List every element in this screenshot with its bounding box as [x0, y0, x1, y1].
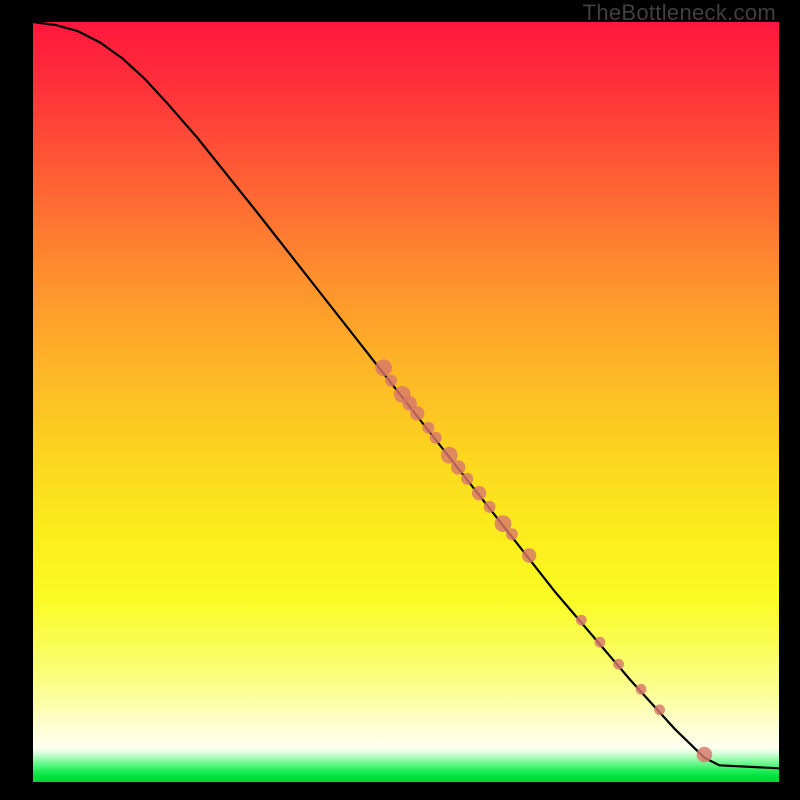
- data-point: [506, 528, 518, 540]
- data-point: [576, 615, 587, 626]
- data-point: [613, 659, 624, 670]
- data-point: [595, 637, 606, 648]
- data-point: [451, 460, 465, 474]
- data-point: [654, 704, 665, 715]
- data-point: [636, 684, 647, 695]
- data-point: [484, 501, 496, 513]
- plot-area: [33, 22, 779, 782]
- chart-svg: [33, 22, 779, 782]
- chart-points: [375, 359, 712, 762]
- data-point: [430, 432, 442, 444]
- data-point: [375, 359, 392, 376]
- data-point: [422, 422, 434, 434]
- data-point: [461, 473, 473, 485]
- data-point: [522, 548, 536, 562]
- chart-stage: TheBottleneck.com: [0, 0, 800, 800]
- data-point: [472, 486, 486, 500]
- data-point: [697, 747, 713, 763]
- watermark-text: TheBottleneck.com: [583, 0, 776, 26]
- data-point: [385, 375, 397, 387]
- data-point: [410, 406, 424, 420]
